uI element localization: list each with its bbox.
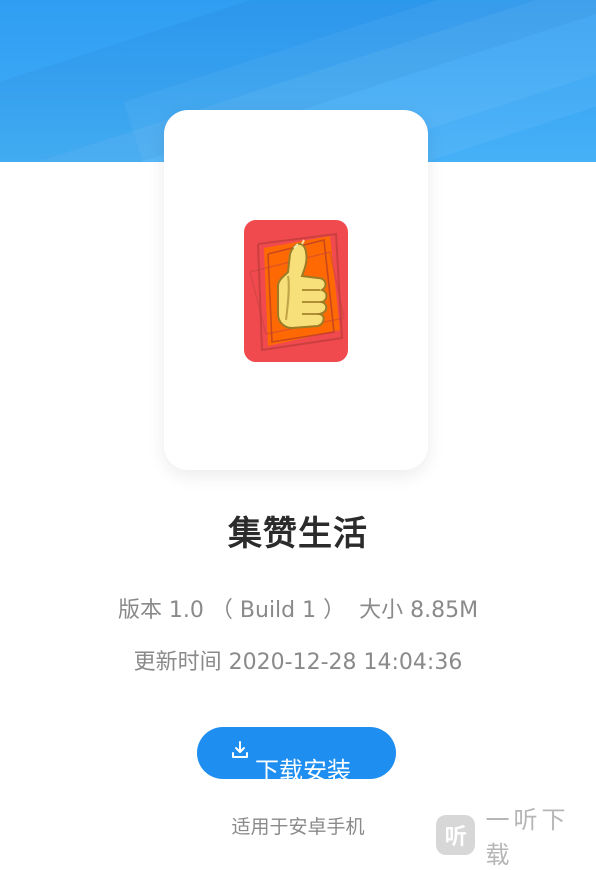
watermark-text: 一听下载: [485, 806, 570, 869]
site-watermark: 听 一听下载: [436, 806, 596, 869]
update-time-info: 更新时间 2020-12-28 14:04:36: [133, 650, 463, 675]
app-title: 集赞生活: [228, 514, 368, 554]
download-button-label: 下载安装: [255, 757, 351, 779]
download-install-button[interactable]: 下载安装: [197, 727, 396, 779]
watermark-logo-icon: 听: [436, 815, 476, 855]
app-icon-card: [164, 110, 428, 470]
download-icon: [231, 741, 249, 759]
thumbs-up-app-icon: [244, 220, 348, 362]
version-size-info: 版本 1.0 （ Build 1 ） 大小 8.85M: [117, 598, 479, 623]
